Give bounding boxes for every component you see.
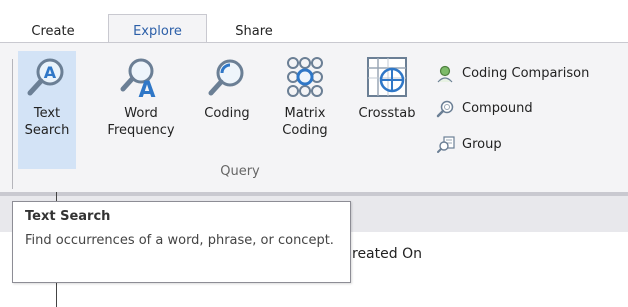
svg-text:A: A xyxy=(44,63,57,82)
compound-button[interactable]: Compound xyxy=(436,98,533,120)
matrix-coding-icon xyxy=(283,55,327,99)
text-search-button[interactable]: A Text Search xyxy=(18,51,76,169)
compound-label: Compound xyxy=(462,101,533,116)
coding-comparison-button[interactable]: Coding Comparison xyxy=(436,63,589,85)
tooltip-text-search: Text Search Find occurrences of a word, … xyxy=(12,201,351,283)
text-search-label: Text Search xyxy=(24,106,70,138)
ribbon-tab-bar: Create Explore Share xyxy=(0,0,628,43)
coding-query-icon xyxy=(205,55,249,99)
word-frequency-label: Word Frequency xyxy=(107,106,175,138)
query-group-label: Query xyxy=(220,164,260,179)
crosstab-button[interactable]: Crosstab xyxy=(350,51,424,169)
svg-text:A: A xyxy=(138,78,155,99)
word-frequency-icon: A xyxy=(119,55,163,103)
ribbon-divider xyxy=(12,59,13,189)
word-frequency-button[interactable]: A Word Frequency xyxy=(98,51,184,169)
matrix-coding-label: Matrix Coding xyxy=(282,106,328,138)
matrix-coding-button[interactable]: Matrix Coding xyxy=(275,51,335,169)
text-search-icon: A xyxy=(25,55,69,99)
group-query-button[interactable]: Group xyxy=(436,134,502,156)
group-query-label: Group xyxy=(462,137,502,152)
compound-icon xyxy=(436,100,456,118)
column-header-created-on[interactable]: reated On xyxy=(352,246,422,262)
tooltip-title: Text Search xyxy=(25,209,111,224)
coding-query-button[interactable]: Coding xyxy=(196,51,258,169)
tooltip-description: Find occurrences of a word, phrase, or c… xyxy=(25,233,334,248)
coding-comparison-icon xyxy=(436,65,456,83)
coding-query-label: Coding xyxy=(204,106,250,121)
crosstab-icon xyxy=(365,55,409,99)
group-query-icon xyxy=(436,135,456,154)
crosstab-label: Crosstab xyxy=(358,106,416,121)
tab-explore[interactable]: Explore xyxy=(108,14,207,43)
ribbon-explore-panel: A Text Search A Word Frequency Coding Ma… xyxy=(0,42,628,192)
coding-comparison-label: Coding Comparison xyxy=(462,66,590,81)
